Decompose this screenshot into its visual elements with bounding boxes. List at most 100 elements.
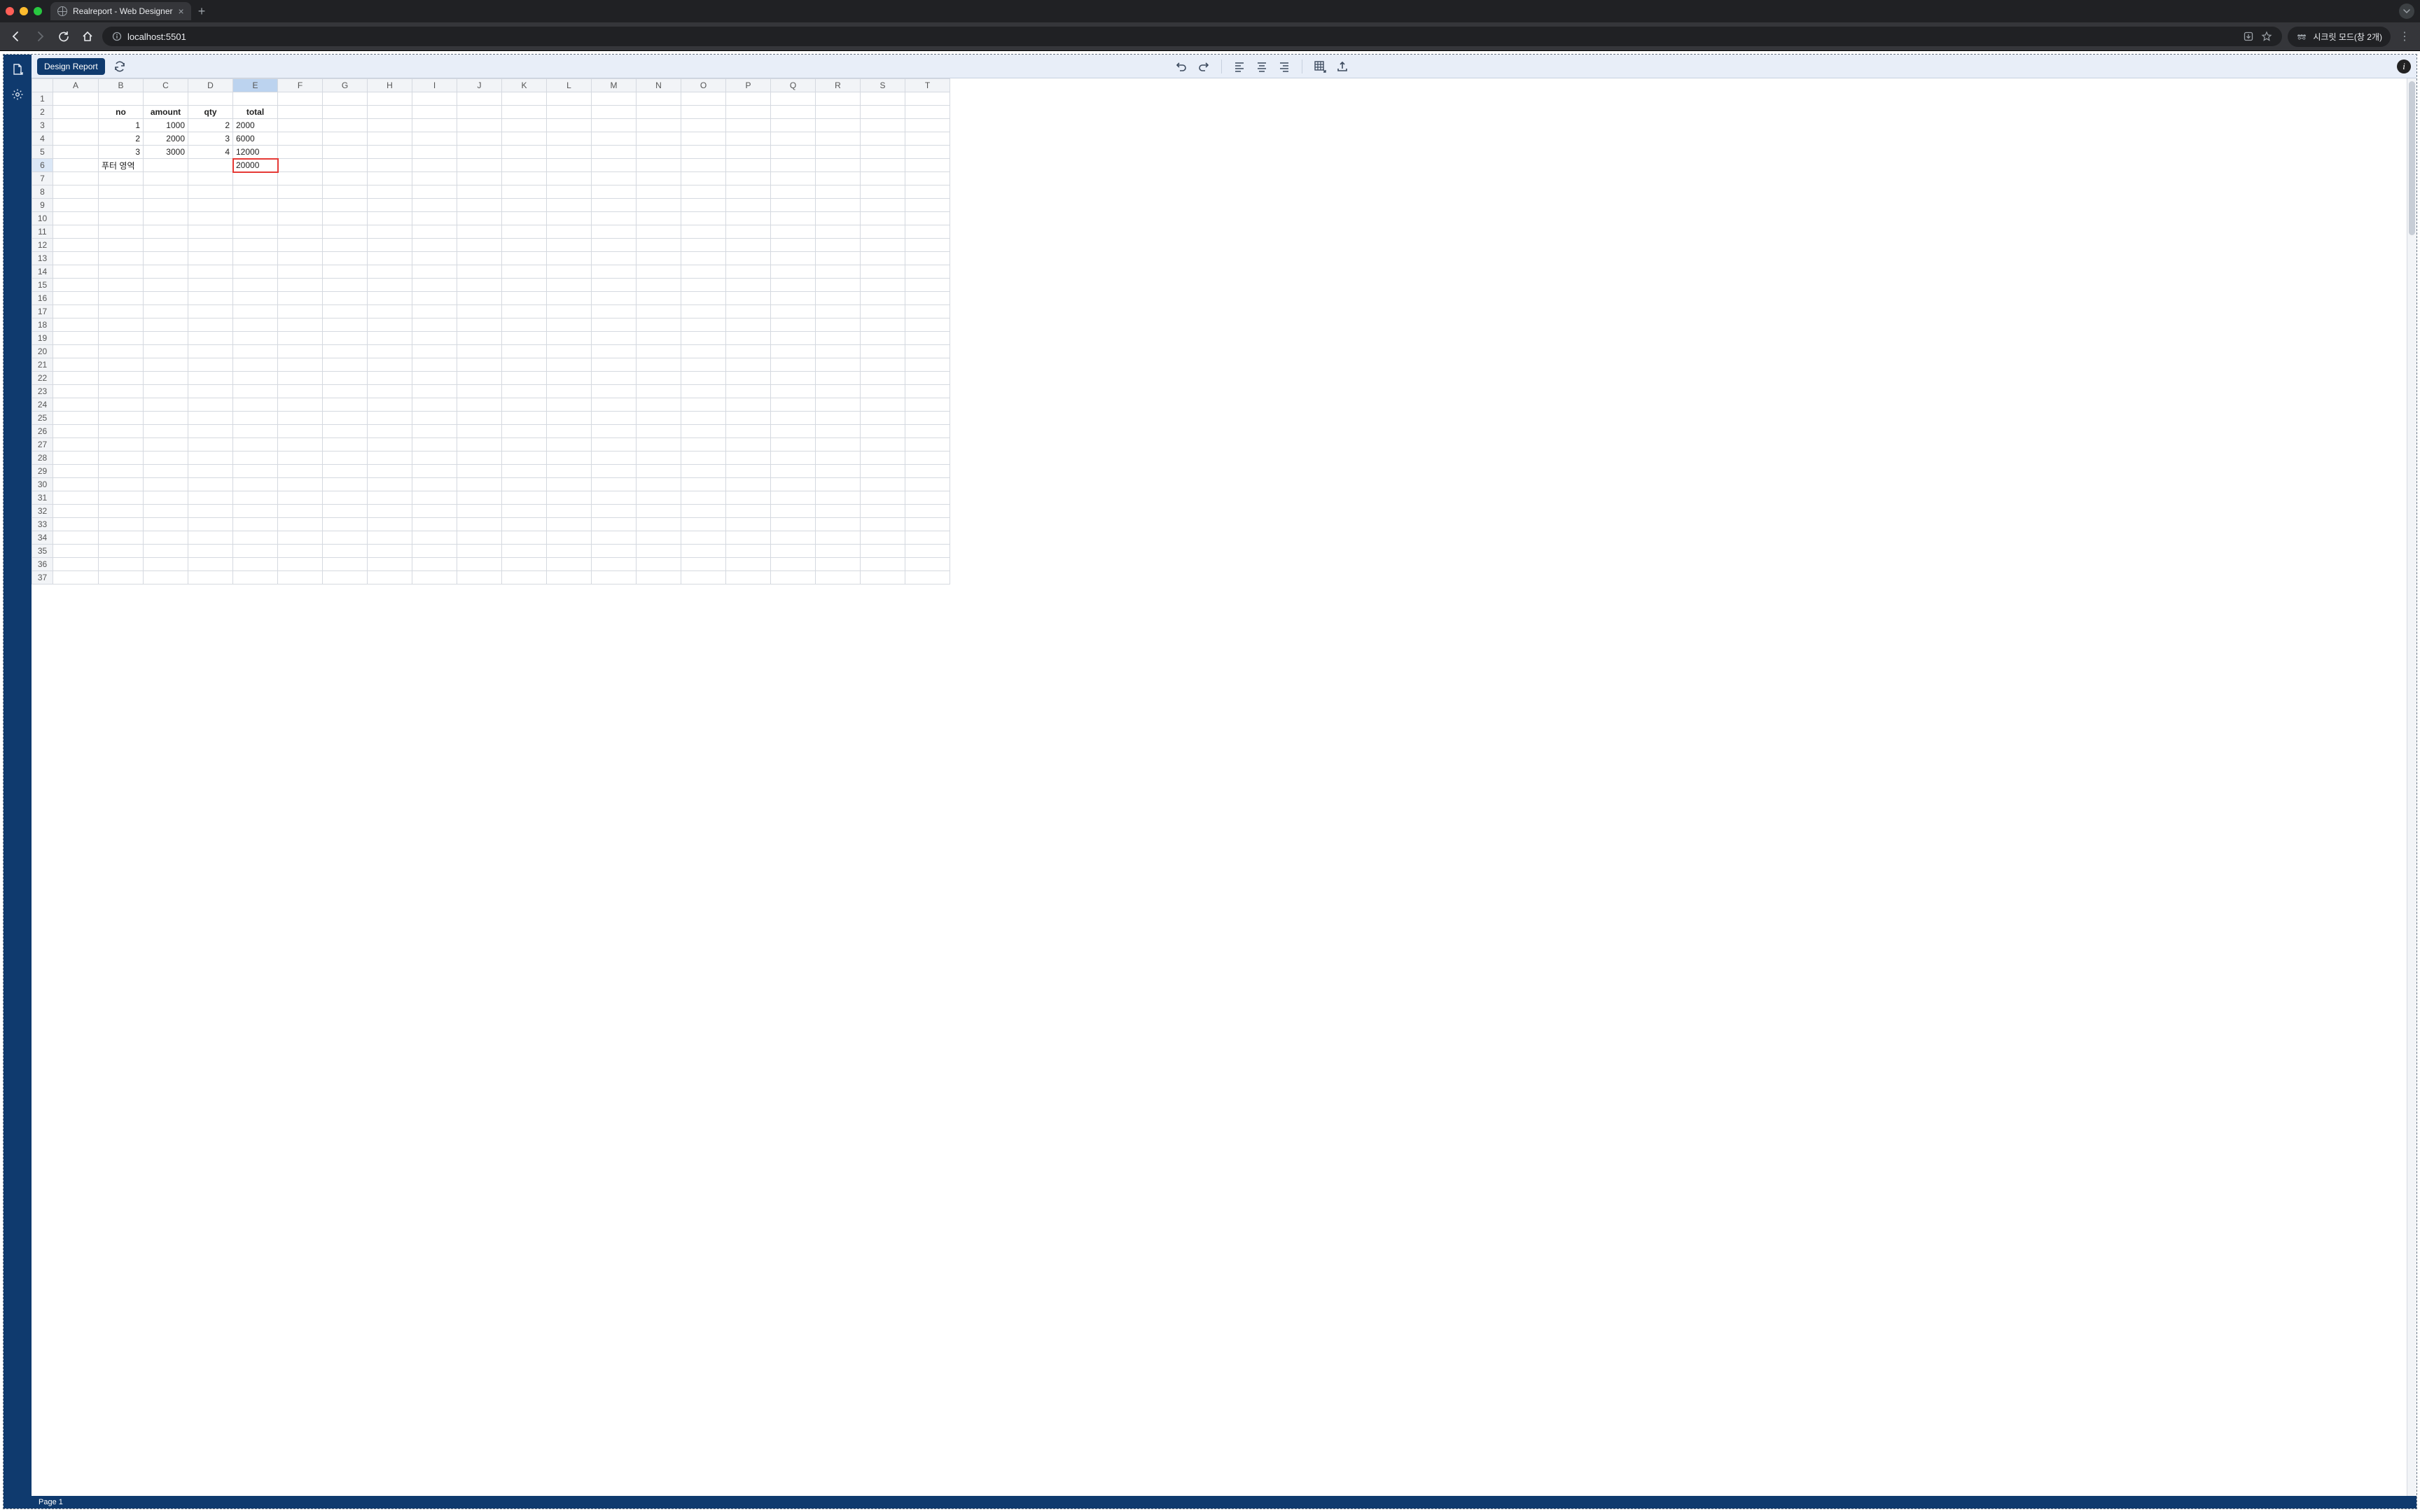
cell-H2[interactable] [368, 106, 412, 119]
row-header-24[interactable]: 24 [32, 398, 53, 412]
cell-E2[interactable]: total [233, 106, 278, 119]
cell-F35[interactable] [278, 545, 323, 558]
cell-T35[interactable] [905, 545, 950, 558]
cell-J16[interactable] [457, 292, 502, 305]
cell-R15[interactable] [816, 279, 861, 292]
cell-H23[interactable] [368, 385, 412, 398]
cell-N13[interactable] [637, 252, 681, 265]
cell-P12[interactable] [726, 239, 771, 252]
cell-T18[interactable] [905, 318, 950, 332]
cell-S29[interactable] [861, 465, 905, 478]
cell-R14[interactable] [816, 265, 861, 279]
column-header-T[interactable]: T [905, 79, 950, 92]
cell-K36[interactable] [502, 558, 547, 571]
cell-E21[interactable] [233, 358, 278, 372]
cell-I31[interactable] [412, 491, 457, 505]
cell-J25[interactable] [457, 412, 502, 425]
row-header-28[interactable]: 28 [32, 451, 53, 465]
cell-A3[interactable] [53, 119, 99, 132]
cell-J12[interactable] [457, 239, 502, 252]
cell-E16[interactable] [233, 292, 278, 305]
cell-J34[interactable] [457, 531, 502, 545]
cell-L18[interactable] [547, 318, 592, 332]
cell-K25[interactable] [502, 412, 547, 425]
row-header-10[interactable]: 10 [32, 212, 53, 225]
cell-N9[interactable] [637, 199, 681, 212]
cell-A6[interactable] [53, 159, 99, 172]
cell-P14[interactable] [726, 265, 771, 279]
cell-C18[interactable] [144, 318, 188, 332]
row-header-32[interactable]: 32 [32, 505, 53, 518]
window-maximize-button[interactable] [34, 7, 42, 15]
cell-M24[interactable] [592, 398, 637, 412]
cell-S15[interactable] [861, 279, 905, 292]
cell-B37[interactable] [99, 571, 144, 584]
cell-H35[interactable] [368, 545, 412, 558]
cell-S26[interactable] [861, 425, 905, 438]
cell-F36[interactable] [278, 558, 323, 571]
sheet-scroll-area[interactable]: ABCDEFGHIJKLMNOPQRST 12noamountqtytotal3… [32, 78, 2407, 1496]
cell-P33[interactable] [726, 518, 771, 531]
cell-L8[interactable] [547, 186, 592, 199]
cell-Q13[interactable] [771, 252, 816, 265]
column-header-C[interactable]: C [144, 79, 188, 92]
cell-L36[interactable] [547, 558, 592, 571]
cell-E22[interactable] [233, 372, 278, 385]
cell-D4[interactable]: 3 [188, 132, 233, 146]
cell-G8[interactable] [323, 186, 368, 199]
cell-A34[interactable] [53, 531, 99, 545]
cell-S19[interactable] [861, 332, 905, 345]
cell-B16[interactable] [99, 292, 144, 305]
cell-K19[interactable] [502, 332, 547, 345]
cell-C14[interactable] [144, 265, 188, 279]
cell-G21[interactable] [323, 358, 368, 372]
cell-B5[interactable]: 3 [99, 146, 144, 159]
cell-M26[interactable] [592, 425, 637, 438]
cell-B18[interactable] [99, 318, 144, 332]
cell-F25[interactable] [278, 412, 323, 425]
cell-O15[interactable] [681, 279, 726, 292]
cell-B29[interactable] [99, 465, 144, 478]
cell-C33[interactable] [144, 518, 188, 531]
cell-I22[interactable] [412, 372, 457, 385]
cell-Q26[interactable] [771, 425, 816, 438]
nav-forward-button[interactable] [31, 27, 49, 46]
cell-K29[interactable] [502, 465, 547, 478]
cell-J36[interactable] [457, 558, 502, 571]
cell-M32[interactable] [592, 505, 637, 518]
cell-J22[interactable] [457, 372, 502, 385]
cell-P28[interactable] [726, 451, 771, 465]
cell-M2[interactable] [592, 106, 637, 119]
cell-T29[interactable] [905, 465, 950, 478]
cell-P20[interactable] [726, 345, 771, 358]
cell-P25[interactable] [726, 412, 771, 425]
cell-N18[interactable] [637, 318, 681, 332]
cell-S6[interactable] [861, 159, 905, 172]
cell-L32[interactable] [547, 505, 592, 518]
cell-J35[interactable] [457, 545, 502, 558]
cell-T10[interactable] [905, 212, 950, 225]
cell-F30[interactable] [278, 478, 323, 491]
cell-E24[interactable] [233, 398, 278, 412]
cell-J10[interactable] [457, 212, 502, 225]
cell-D2[interactable]: qty [188, 106, 233, 119]
cell-K1[interactable] [502, 92, 547, 106]
cell-K5[interactable] [502, 146, 547, 159]
cell-G24[interactable] [323, 398, 368, 412]
cell-I2[interactable] [412, 106, 457, 119]
cell-G19[interactable] [323, 332, 368, 345]
cell-P36[interactable] [726, 558, 771, 571]
cell-R12[interactable] [816, 239, 861, 252]
cell-D8[interactable] [188, 186, 233, 199]
cell-E29[interactable] [233, 465, 278, 478]
cell-I32[interactable] [412, 505, 457, 518]
cell-J27[interactable] [457, 438, 502, 451]
cell-M10[interactable] [592, 212, 637, 225]
cell-C5[interactable]: 3000 [144, 146, 188, 159]
cell-A12[interactable] [53, 239, 99, 252]
cell-J6[interactable] [457, 159, 502, 172]
refresh-button[interactable] [112, 59, 127, 74]
cell-A4[interactable] [53, 132, 99, 146]
cell-N21[interactable] [637, 358, 681, 372]
cell-G36[interactable] [323, 558, 368, 571]
